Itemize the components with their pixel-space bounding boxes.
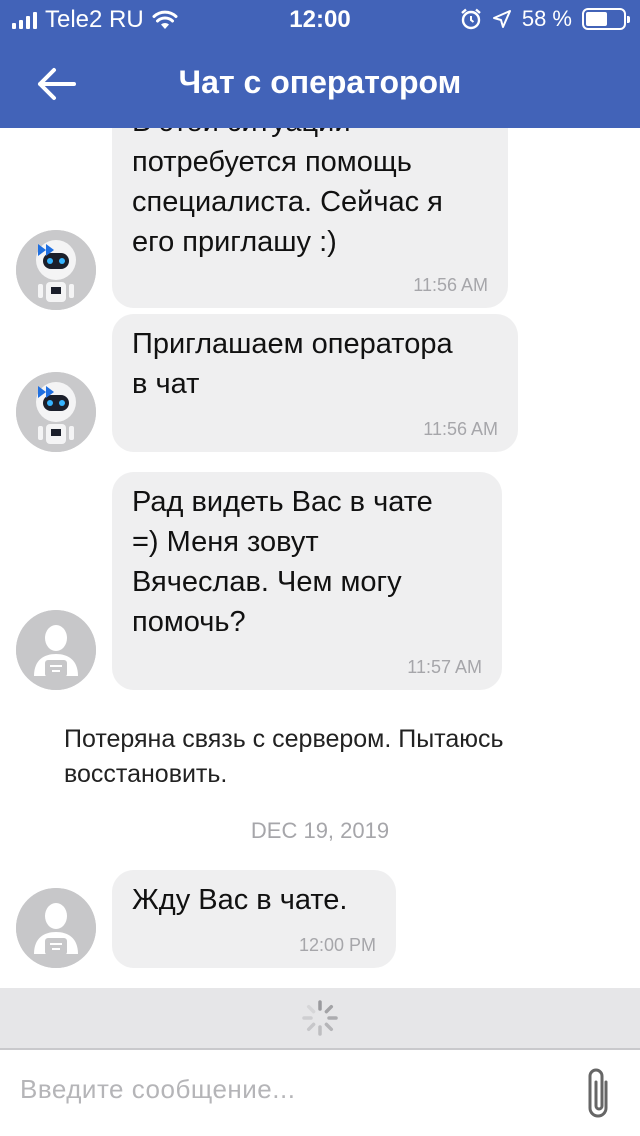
- robot-icon: [16, 230, 96, 310]
- battery-percent: 58 %: [521, 6, 572, 31]
- message-time: 11:56 AM: [423, 419, 498, 439]
- user-icon: [16, 888, 96, 968]
- paperclip-icon: [588, 1068, 608, 1118]
- location-icon: [492, 10, 511, 28]
- carrier-name: Tele2 RU: [45, 6, 144, 33]
- chat-bubble: Приглашаем оператора в чат 11:56 AM: [112, 314, 518, 452]
- signal-icon: [12, 11, 37, 29]
- top-bar: Tele2 RU 12:00 58 % Чат с оператором: [0, 0, 640, 128]
- message-text: В этой ситуации потребуется помощь специ…: [132, 128, 443, 258]
- message-time: 11:56 AM: [413, 275, 488, 295]
- user-icon: [16, 610, 96, 690]
- battery-fill: [586, 12, 607, 26]
- attach-button[interactable]: [578, 1064, 618, 1124]
- robot-icon: [16, 372, 96, 452]
- page-title: Чат с оператором: [178, 64, 462, 100]
- chat-bubble: В этой ситуации потребуется помощь специ…: [112, 128, 508, 308]
- loading-indicator: [0, 988, 640, 1048]
- bot-avatar: [16, 230, 96, 310]
- message-text: Рад видеть Вас в чате =) Меня зовут Вяче…: [132, 486, 433, 638]
- operator-avatar: [16, 888, 96, 968]
- status-bar: Tele2 RU 12:00 58 %: [0, 0, 640, 40]
- chat-messages[interactable]: В этой ситуации потребуется помощь специ…: [0, 128, 640, 988]
- wifi-icon: [152, 10, 178, 29]
- message-input[interactable]: [20, 1064, 540, 1114]
- chat-bubble: Жду Вас в чате. 12:00 PM: [112, 870, 396, 968]
- message-composer: [0, 1050, 640, 1136]
- message-time: 12:00 PM: [298, 935, 376, 955]
- spinner-icon: [302, 1000, 338, 1036]
- connection-status-message: Потеряна связь с сервером. Пытаюсь восст…: [64, 725, 504, 788]
- nav-bar: Чат с оператором: [0, 40, 640, 128]
- bot-avatar: [16, 372, 96, 452]
- message-time: 11:57 AM: [407, 657, 482, 677]
- alarm-icon: [461, 8, 481, 30]
- message-text: Жду Вас в чате.: [132, 884, 348, 916]
- message-text: Приглашаем оператора в чат: [132, 328, 453, 400]
- chat-bubble: Рад видеть Вас в чате =) Меня зовут Вяче…: [112, 472, 502, 690]
- battery-icon: [582, 8, 630, 30]
- date-separator: DEC 19, 2019: [250, 818, 390, 843]
- operator-avatar: [16, 610, 96, 690]
